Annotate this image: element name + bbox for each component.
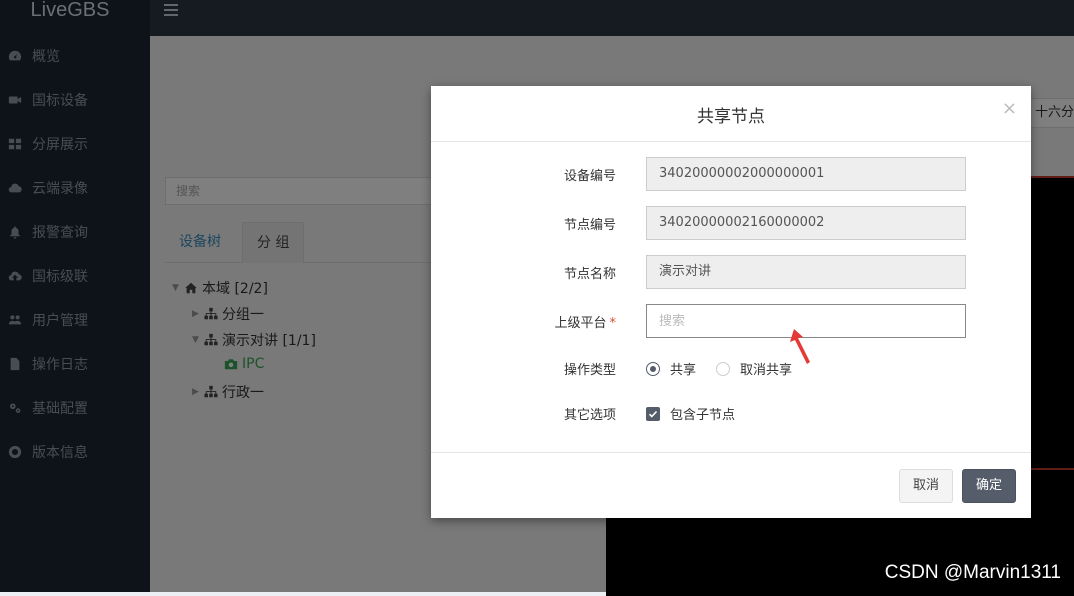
cancel-share-radio[interactable] [716, 361, 731, 376]
parent-platform-label-text: 上级平台 [554, 316, 607, 331]
parent-platform-label: 上级平台 * [554, 312, 616, 331]
other-options-label: 其它选项 [563, 408, 616, 423]
node-id-label: 节点编号 [563, 218, 616, 233]
annotation-arrow-icon [790, 329, 810, 364]
include-children-checkbox[interactable] [646, 406, 660, 421]
confirm-button[interactable]: 确定 [962, 469, 1016, 503]
watermark: CSDN @Marvin1311 [884, 562, 1061, 583]
include-children-option: 包含子节点 [646, 404, 735, 423]
device-id-field: 34020000002000000001 [646, 157, 966, 191]
dialog-title: 共享节点 [697, 107, 765, 127]
node-id-field: 34020000002160000002 [646, 206, 966, 240]
dialog-footer-divider [431, 452, 1031, 453]
dialog-header-divider [431, 141, 1031, 142]
include-children-label[interactable]: 包含子节点 [670, 404, 735, 423]
operation-type-label: 操作类型 [563, 363, 616, 378]
device-id-label: 设备编号 [563, 169, 616, 184]
share-radio[interactable] [646, 361, 660, 376]
check-icon [648, 410, 658, 418]
cancel-share-radio-label[interactable]: 取消共享 [740, 359, 792, 378]
node-name-label: 节点名称 [563, 267, 616, 282]
required-mark: * [609, 316, 617, 331]
cancel-button[interactable]: 取消 [899, 469, 953, 503]
share-radio-label[interactable]: 共享 [670, 359, 696, 378]
share-node-dialog: 共享节点 × 设备编号 34020000002000000001 节点编号 34… [431, 86, 1031, 518]
close-icon[interactable]: × [1002, 100, 1017, 118]
node-name-field: 演示对讲 [646, 255, 966, 289]
